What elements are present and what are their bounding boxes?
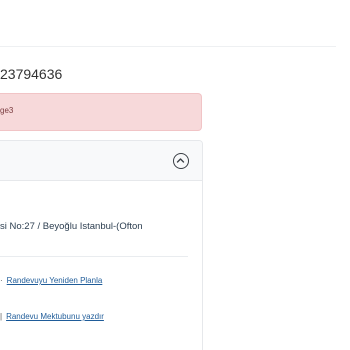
appointment-reference-number: 23794636 xyxy=(0,66,63,82)
alert-banner: ge3 xyxy=(0,93,202,131)
collapse-button[interactable] xyxy=(173,153,189,169)
list-bullet: | xyxy=(0,312,3,321)
appointment-page: 23794636 ge3 si No:27 / Beyoğlu Istanbul… xyxy=(0,0,350,350)
list-bullet: · xyxy=(0,276,3,285)
details-divider xyxy=(0,256,188,257)
appointment-details-card: si No:27 / Beyoğlu Istanbul-(Ofton · Rand… xyxy=(0,140,203,350)
chevron-up-icon xyxy=(176,158,185,163)
header-divider xyxy=(0,46,336,47)
alert-text: ge3 xyxy=(0,106,14,115)
print-letter-link[interactable]: Randevu Mektubunu yazdır xyxy=(6,312,104,321)
appointment-address: si No:27 / Beyoğlu Istanbul-(Ofton xyxy=(0,221,143,232)
reschedule-row: · Randevuyu Yeniden Planla xyxy=(0,276,102,285)
print-letter-row: | Randevu Mektubunu yazdır xyxy=(0,312,104,321)
card-header xyxy=(0,141,202,181)
reschedule-link[interactable]: Randevuyu Yeniden Planla xyxy=(7,276,103,285)
